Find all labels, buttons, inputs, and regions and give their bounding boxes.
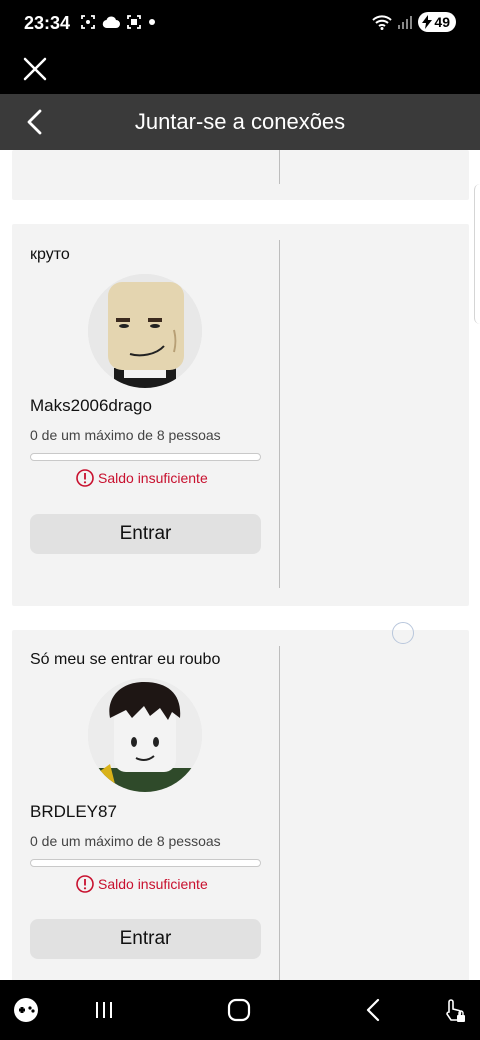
avatar[interactable]	[88, 274, 202, 388]
insufficient-balance-warning: Saldo insuficiente	[76, 875, 208, 893]
alert-circle-icon	[76, 469, 94, 487]
server-card: Só meu se entrar eu roubo BRDLEY87 0 de …	[12, 630, 469, 980]
recent-apps-icon[interactable]	[90, 996, 118, 1024]
card-divider	[279, 646, 280, 980]
capacity-progress-bar	[30, 453, 261, 461]
avatar[interactable]	[88, 678, 202, 792]
page-title: Juntar-se a conexões	[134, 109, 346, 134]
wifi-icon	[372, 15, 393, 30]
cloud-icon	[102, 16, 120, 29]
game-controller-icon[interactable]	[12, 996, 40, 1024]
server-name: Só meu se entrar eu roubo	[30, 651, 221, 668]
back-icon[interactable]	[360, 996, 388, 1024]
insufficient-balance-warning: Saldo insuficiente	[76, 469, 208, 487]
server-capacity: 0 de um máximo de 8 pessoas	[30, 427, 221, 443]
home-icon[interactable]	[225, 996, 253, 1024]
charging-bolt-icon	[422, 15, 433, 29]
close-bar	[0, 48, 480, 94]
loading-spinner-icon	[392, 622, 414, 644]
screenshot-icon	[81, 15, 95, 29]
dot-icon	[149, 19, 155, 25]
header: Juntar-se a conexões	[0, 94, 480, 150]
join-button[interactable]: Entrar	[30, 919, 261, 959]
status-icons-left	[80, 14, 156, 30]
warning-text: Saldo insuficiente	[98, 876, 208, 892]
capacity-progress-bar	[30, 859, 261, 867]
status-time: 23:34	[24, 13, 71, 33]
system-nav-bar	[0, 980, 480, 1040]
battery-icon: 49	[418, 12, 456, 32]
card-divider	[279, 240, 280, 588]
join-button[interactable]: Entrar	[30, 514, 261, 554]
server-list[interactable]: круто Maks2006drago 0 de um máximo de 8 …	[0, 150, 480, 980]
status-icons-right: 49	[372, 12, 456, 32]
avatar-image	[88, 274, 202, 388]
close-icon[interactable]	[20, 54, 50, 84]
warning-text: Saldo insuficiente	[98, 470, 208, 486]
signal-icon	[398, 16, 413, 29]
alert-circle-icon	[76, 875, 94, 893]
server-owner-username: BRDLEY87	[30, 802, 117, 821]
screen-capture-icon	[127, 15, 141, 29]
status-bar: 23:34 49	[0, 0, 480, 48]
server-owner-username: Maks2006drago	[30, 396, 152, 415]
card-divider	[279, 150, 280, 184]
touch-lock-icon[interactable]	[440, 996, 468, 1024]
server-card: круто Maks2006drago 0 de um máximo de 8 …	[12, 224, 469, 606]
scroll-edge	[474, 184, 480, 324]
server-capacity: 0 de um máximo de 8 pessoas	[30, 833, 221, 849]
avatar-image	[88, 678, 202, 792]
server-card-partial	[12, 150, 469, 200]
server-name: круто	[30, 246, 70, 263]
battery-level: 49	[434, 14, 450, 30]
